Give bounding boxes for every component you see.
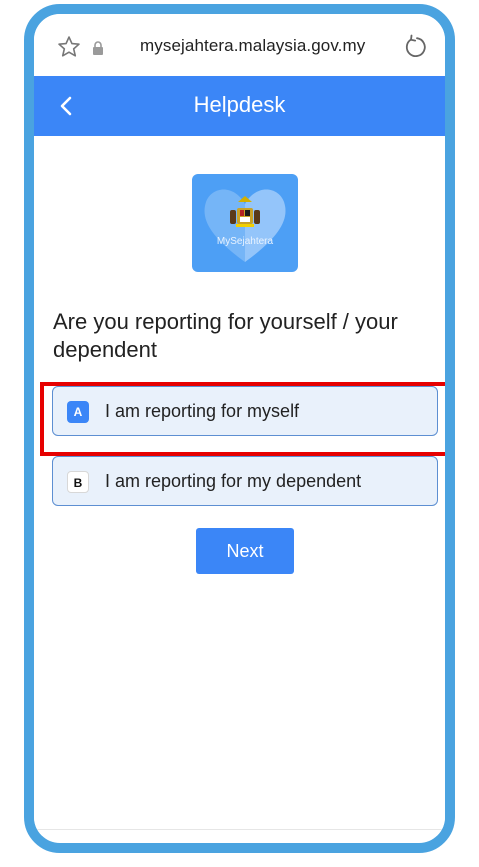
page-title: Helpdesk <box>193 92 286 117</box>
main-content: MySejahtera Are you reporting for yourse… <box>34 136 445 836</box>
lock-icon <box>93 41 103 55</box>
option-label: I am reporting for my dependent <box>105 471 362 491</box>
reload-icon[interactable] <box>402 32 430 60</box>
logo-text: MySejahtera <box>216 236 274 247</box>
divider <box>34 829 445 830</box>
heart-icon <box>204 189 286 262</box>
phone-frame: mysejahtera.malaysia.gov.my Helpdesk MyS… <box>24 4 455 853</box>
option-key-badge: B <box>67 471 89 493</box>
question-text: Are you reporting for yourself / your de… <box>53 309 398 362</box>
mysejahtera-logo: MySejahtera <box>192 174 298 272</box>
option-dependent[interactable]: B I am reporting for my dependent <box>52 456 438 506</box>
star-icon[interactable] <box>56 34 82 60</box>
app-header: Helpdesk <box>34 76 445 136</box>
selection-highlight-box <box>40 382 445 456</box>
next-button[interactable]: Next <box>196 528 294 574</box>
browser-url-bar: mysejahtera.malaysia.gov.my <box>34 14 445 76</box>
url-text[interactable]: mysejahtera.malaysia.gov.my <box>140 36 365 56</box>
